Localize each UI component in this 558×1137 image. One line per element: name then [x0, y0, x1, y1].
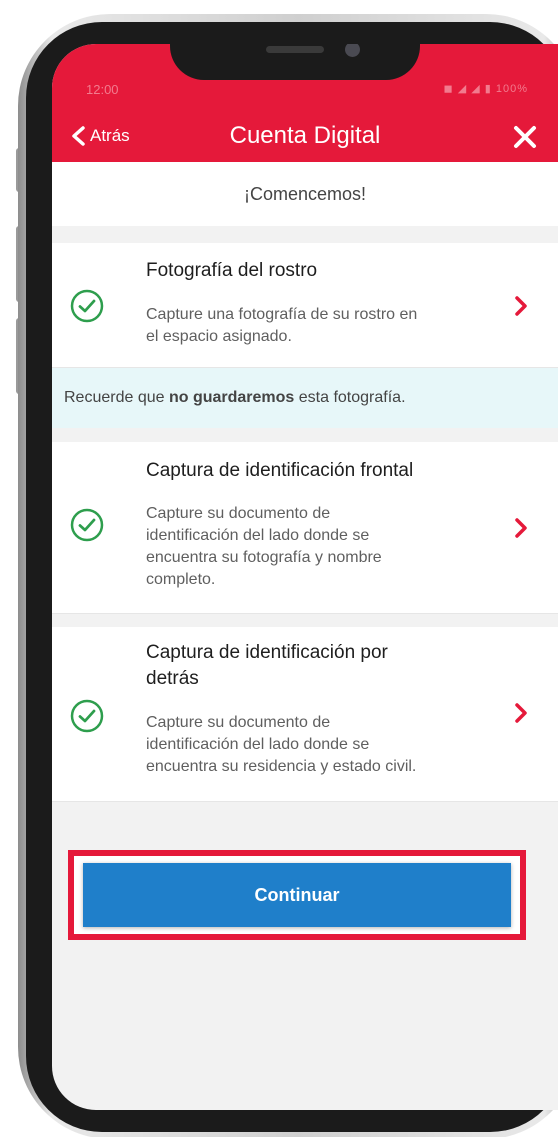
- section-heading: ¡Comencemos!: [52, 162, 558, 226]
- step-title: Captura de identificación frontal: [146, 460, 414, 481]
- step-card-face-photo[interactable]: Fotografía del rostro Capture una fotogr…: [52, 243, 558, 368]
- check-circle-icon: [70, 289, 104, 323]
- step-description-line: completo.: [146, 571, 216, 588]
- step-title-line: detrás: [146, 668, 199, 689]
- app-header: 12:00 ◼ ◢ ◢ ▮ 100% Atrás Cuenta Digital: [52, 44, 558, 162]
- step-description-line: identificación del lado donde se: [146, 527, 370, 544]
- notice-text: Recuerde que: [64, 389, 169, 406]
- step-card-id-front[interactable]: Captura de identificación frontal Captur…: [52, 442, 558, 614]
- phone-screen: 12:00 ◼ ◢ ◢ ▮ 100% Atrás Cuenta Digital …: [52, 44, 558, 1110]
- step-description-line: Capture su documento de: [146, 714, 331, 731]
- close-icon[interactable]: [512, 124, 538, 150]
- step-description: Capture su documento de identificación d…: [146, 712, 506, 778]
- phone-notch: [170, 44, 420, 80]
- chevron-right-icon: [515, 518, 527, 538]
- step-description-line: encuentra su fotografía y nombre: [146, 549, 382, 566]
- page-title: Cuenta Digital: [229, 122, 381, 149]
- step-title: Fotografía del rostro: [146, 260, 318, 281]
- chevron-right-icon: [515, 296, 527, 316]
- check-circle-icon: [70, 508, 104, 542]
- step-title: Captura de identificación por detrás: [146, 640, 388, 692]
- chevron-right-icon: [515, 703, 527, 723]
- step-description-line: Capture una fotografía de su rostro en: [146, 306, 418, 323]
- check-circle-icon: [70, 699, 104, 733]
- status-icons: ◼ ◢ ◢ ▮ 100%: [443, 83, 528, 95]
- status-time: 12:00: [86, 82, 119, 97]
- step-title-line: Captura de identificación por: [146, 642, 388, 663]
- continue-button[interactable]: Continuar: [83, 863, 511, 927]
- speaker-grille: [266, 46, 324, 53]
- step-description: Capture su documento de identificación d…: [146, 503, 486, 591]
- notice-text-end: esta fotografía.: [294, 389, 406, 406]
- privacy-notice: Recuerde que no guardaremos esta fotogra…: [52, 368, 558, 428]
- step-description-line: el espacio asignado.: [146, 328, 292, 345]
- continue-highlight-frame: Continuar: [68, 850, 526, 940]
- step-description-line: encuentra su residencia y estado civil.: [146, 758, 417, 775]
- step-description: Capture una fotografía de su rostro en e…: [146, 304, 486, 348]
- front-camera: [345, 44, 360, 57]
- notice-emphasis: no guardaremos: [168, 389, 295, 406]
- step-card-id-back[interactable]: Captura de identificación por detrás Cap…: [52, 627, 558, 802]
- step-description-line: identificación del lado donde se: [146, 736, 370, 753]
- step-description-line: Capture su documento de: [146, 505, 331, 522]
